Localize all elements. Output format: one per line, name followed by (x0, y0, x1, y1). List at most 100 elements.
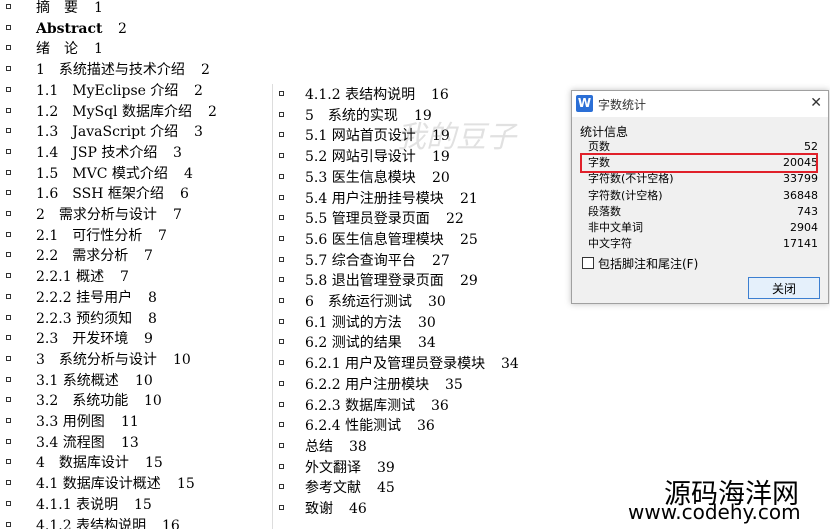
toc-entry[interactable]: 4 数据库设计 15 (0, 453, 270, 473)
toc-entry-page: 7 (144, 248, 153, 265)
toc-entry-page: 1 (94, 0, 103, 16)
toc-entry-page: 2 (118, 20, 127, 37)
toc-entry[interactable]: 5.3 医生信息模块 20 (273, 168, 571, 188)
toc-entry[interactable]: 摘 要 1 (0, 0, 270, 18)
toc-entry[interactable]: 3.4 流程图 13 (0, 433, 270, 453)
toc-entry[interactable]: 绪 论 1 (0, 39, 270, 59)
include-footnotes-checkbox[interactable]: 包括脚注和尾注(F) (582, 255, 698, 272)
toc-entry-page: 7 (120, 269, 129, 286)
toc-entry[interactable]: 5.7 综合查询平台 27 (273, 251, 571, 271)
toc-entry-title: 6.2.4 性能测试 (305, 418, 402, 435)
toc-entry[interactable]: 4.1 数据库设计概述 15 (0, 474, 270, 494)
paragraph-mark-icon (6, 521, 11, 527)
watermark-text: 我的豆子 (396, 120, 516, 155)
dialog-titlebar[interactable]: W 字数统计 ✕ (572, 91, 828, 117)
paragraph-mark-icon (6, 418, 11, 423)
toc-entry[interactable]: 致谢 46 (273, 499, 571, 519)
stat-row: 字符数(不计空格) 33799 (588, 171, 818, 187)
toc-entry[interactable]: 2.2.3 预约须知 8 (0, 309, 270, 329)
toc-entry[interactable]: 3.3 用例图 11 (0, 412, 270, 432)
toc-entry[interactable]: 2 需求分析与设计 7 (0, 205, 270, 225)
paragraph-mark-icon (6, 211, 11, 216)
toc-entry-page: 29 (460, 273, 478, 290)
toc-entry[interactable]: 6 系统运行测试 30 (273, 292, 571, 312)
toc-entry-title: 2.2.1 概述 (36, 269, 105, 286)
stat-row: 字符数(计空格) 36848 (588, 188, 818, 204)
paragraph-mark-icon (6, 376, 11, 382)
paragraph-mark-icon (6, 273, 11, 279)
toc-entry[interactable]: 2.2.2 挂号用户 8 (0, 288, 270, 308)
paragraph-mark-icon (6, 459, 11, 465)
toc-entry[interactable]: 6.2.1 用户及管理员登录模块 34 (273, 354, 571, 374)
toc-entry[interactable]: 1.6 SSH 框架介绍 6 (0, 184, 270, 204)
toc-entry[interactable]: 1.1 MyEclipse 介绍 2 (0, 81, 270, 101)
toc-entry-title: 2 需求分析与设计 (36, 207, 157, 223)
toc-entry-page: 21 (460, 190, 478, 207)
toc-entry-title: 6.1 测试的方法 (305, 314, 402, 331)
toc-entry[interactable]: 4.1.1 表说明 15 (0, 495, 270, 515)
stat-value: 33799 (783, 172, 818, 186)
toc-entry[interactable]: 1.3 JavaScript 介绍 3 (0, 122, 270, 142)
toc-entry[interactable]: 2.2.1 概述 7 (0, 267, 270, 287)
toc-entry-page: 3 (194, 124, 203, 141)
toc-entry[interactable]: 1 系统描述与技术介绍 2 (0, 60, 270, 80)
paragraph-mark-icon (279, 505, 284, 510)
paragraph-mark-icon (6, 190, 11, 196)
toc-entry[interactable]: 2.3 开发环境 9 (0, 329, 270, 349)
toc-entry[interactable]: 4.1.2 表结构说明 16 (273, 85, 571, 105)
toc-entry[interactable]: 6.1 测试的方法 30 (273, 313, 571, 333)
toc-entry[interactable]: 5.4 用户注册挂号模块 21 (273, 189, 571, 209)
toc-entry[interactable]: Abstract 2 (0, 19, 270, 39)
toc-entry-title: 2.2.3 预约须知 (36, 310, 133, 327)
paragraph-mark-icon (6, 293, 11, 299)
close-icon[interactable]: ✕ (810, 95, 822, 111)
toc-entry-page: 16 (431, 87, 449, 103)
toc-entry-title: 2.2.2 挂号用户 (36, 289, 133, 306)
toc-entry-title: 1.1 MyEclipse 介绍 (36, 82, 179, 99)
toc-entry[interactable]: 6.2 测试的结果 34 (273, 333, 571, 353)
toc-entry[interactable]: 2.1 可行性分析 7 (0, 226, 270, 246)
toc-entry-title: 5.3 医生信息模块 (305, 169, 416, 186)
toc-entry[interactable]: 4.1.2 表结构说明 16 (0, 516, 270, 529)
toc-entry[interactable]: 6.2.2 用户注册模块 35 (273, 375, 571, 395)
toc-entry[interactable]: 外文翻译 39 (273, 458, 571, 478)
toc-entry[interactable]: 6.2.3 数据库测试 36 (273, 396, 571, 416)
toc-entry-title: 总结 (305, 438, 333, 455)
toc-entry[interactable]: 1.2 MySql 数据库介绍 2 (0, 102, 270, 122)
toc-entry-title: 1.4 JSP 技术介绍 (36, 144, 158, 161)
paragraph-mark-icon (6, 355, 11, 361)
toc-entry[interactable]: 3.2 系统功能 10 (0, 391, 270, 411)
toc-entry-title: 6.2 测试的结果 (305, 335, 402, 352)
stat-value: 17141 (783, 237, 818, 251)
toc-entry[interactable]: 2.2 需求分析 7 (0, 246, 270, 266)
toc-entry[interactable]: 5.8 退出管理登录页面 29 (273, 271, 571, 291)
toc-entry-title: 2.3 开发环境 (36, 331, 129, 348)
toc-entry[interactable]: 参考文献 45 (273, 478, 571, 498)
close-button[interactable]: 关闭 (748, 277, 820, 299)
toc-entry[interactable]: 3.1 系统概述 10 (0, 371, 270, 391)
toc-entry[interactable]: 6.2.4 性能测试 36 (273, 416, 571, 436)
toc-entry[interactable]: 1.4 JSP 技术介绍 3 (0, 143, 270, 163)
toc-entry-page: 7 (173, 207, 182, 223)
toc-entry-title: 5.8 退出管理登录页面 (305, 273, 444, 290)
dialog-title: 字数统计 (598, 98, 647, 112)
toc-entry-page: 8 (148, 310, 157, 327)
toc-entry[interactable]: 5.6 医生信息管理模块 25 (273, 230, 571, 250)
paragraph-mark-icon (6, 4, 11, 9)
toc-entry[interactable]: 5.5 管理员登录页面 22 (273, 209, 571, 229)
toc-entry[interactable]: 总结 38 (273, 437, 571, 457)
toc-entry-page: 16 (162, 517, 180, 529)
paragraph-mark-icon (6, 107, 11, 113)
checkbox-box[interactable] (582, 257, 594, 269)
toc-entry-page: 10 (135, 372, 153, 389)
paragraph-mark-icon (279, 422, 284, 428)
toc-entry-page: 34 (418, 335, 436, 352)
toc-entry-page: 13 (121, 434, 139, 451)
paragraph-mark-icon (279, 111, 284, 117)
toc-entry-title: 外文翻译 (305, 459, 361, 476)
toc-entry[interactable]: 3 系统分析与设计 10 (0, 350, 270, 370)
toc-entry-title: 2.2 需求分析 (36, 248, 129, 265)
toc-entry[interactable]: 1.5 MVC 模式介绍 4 (0, 164, 270, 184)
paragraph-mark-icon (279, 339, 284, 345)
stat-label: 中文字符 (588, 237, 632, 251)
